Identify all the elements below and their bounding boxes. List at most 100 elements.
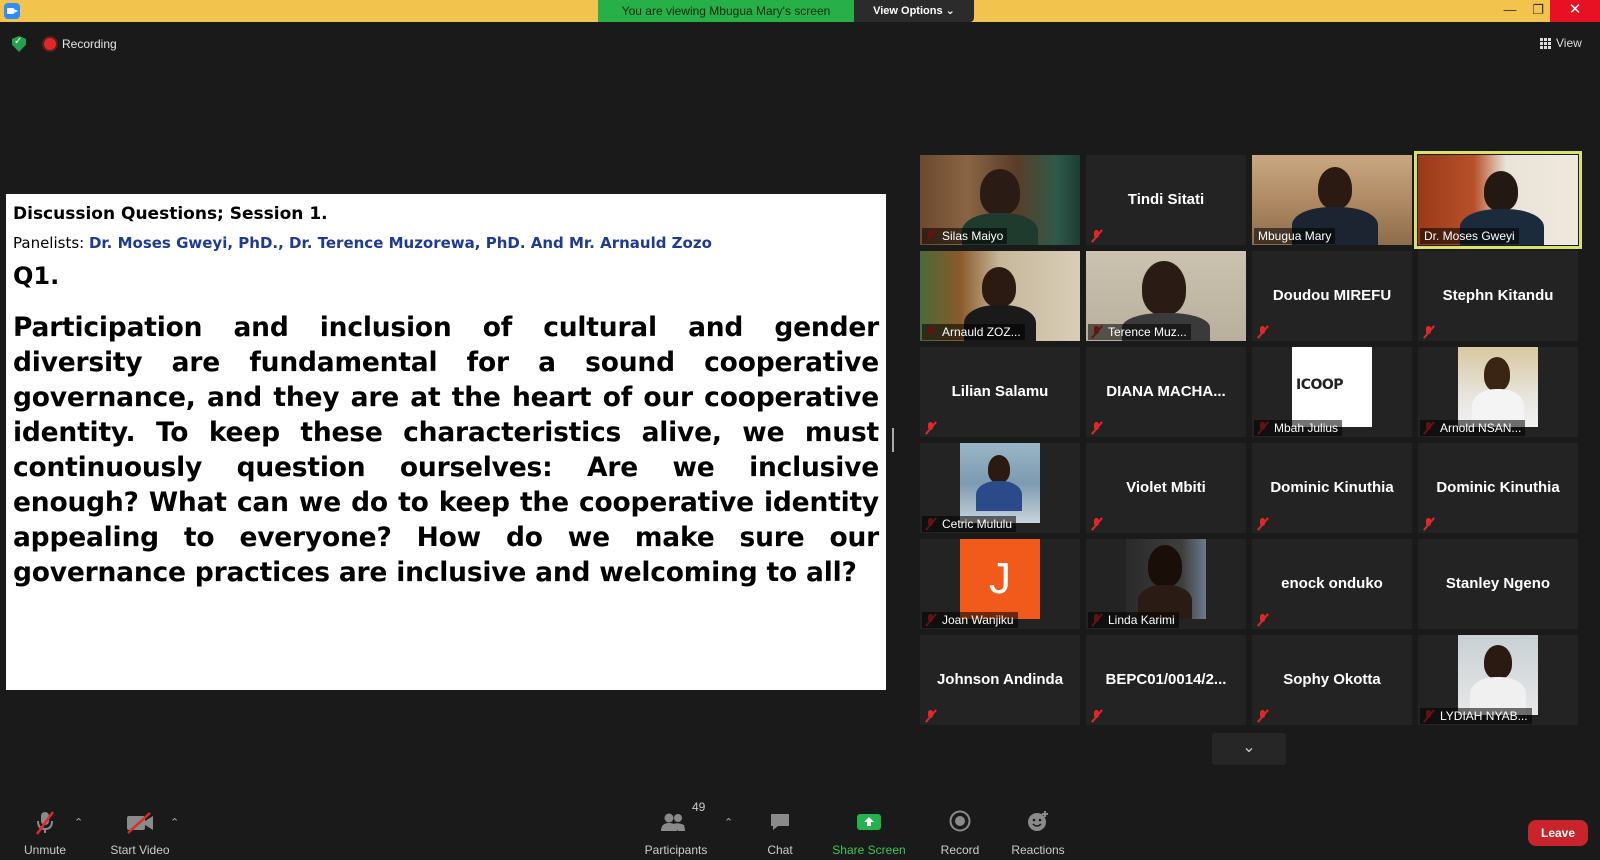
participant-face bbox=[1318, 167, 1352, 209]
encryption-shield-icon[interactable] bbox=[12, 36, 26, 52]
participant-tile-mbah-julius[interactable]: ICOOP Mbah Julius bbox=[1252, 347, 1412, 437]
participant-face bbox=[1484, 171, 1518, 211]
muted-mic-icon bbox=[1256, 517, 1269, 531]
gallery-next-page-button[interactable]: ⌄ bbox=[1212, 733, 1286, 765]
participant-face bbox=[1484, 357, 1510, 391]
muted-mic-icon bbox=[1256, 325, 1269, 339]
recording-indicator[interactable]: Recording bbox=[44, 35, 117, 53]
restore-button[interactable]: ❐ bbox=[1524, 0, 1552, 22]
split-view-handle[interactable] bbox=[892, 428, 894, 452]
chat-label: Chat bbox=[767, 843, 793, 857]
reactions-label: Reactions bbox=[1011, 843, 1065, 857]
question-number: Q1. bbox=[13, 262, 60, 290]
muted-mic-icon bbox=[1090, 229, 1103, 243]
participant-name: Doudou MIREFU bbox=[1272, 287, 1392, 304]
record-icon bbox=[949, 810, 971, 832]
participant-name: Stanley Ngeno bbox=[1445, 575, 1551, 592]
participants-count: 49 bbox=[692, 800, 706, 814]
muted-mic-icon bbox=[1090, 421, 1103, 435]
participant-tile-violet-mbiti[interactable]: Violet Mbiti bbox=[1086, 443, 1246, 533]
participant-face bbox=[1148, 545, 1182, 587]
record-label: Record bbox=[940, 843, 980, 857]
participant-face bbox=[980, 169, 1020, 215]
view-options-button[interactable]: View Options ⌄ bbox=[854, 0, 974, 22]
participant-name: Violet Mbiti bbox=[1126, 479, 1206, 496]
participant-name: Dr. Moses Gweyi bbox=[1420, 228, 1519, 244]
grid-view-icon bbox=[1540, 37, 1551, 49]
participant-tile-diana-macha[interactable]: DIANA MACHA... bbox=[1086, 347, 1246, 437]
participant-name: Joan Wanjiku bbox=[922, 612, 1018, 628]
shared-screen-content: Discussion Questions; Session 1. Panelis… bbox=[6, 194, 886, 690]
participants-icon bbox=[661, 813, 685, 831]
participant-name: Arnold NSAN... bbox=[1420, 420, 1526, 436]
audio-options-caret-icon[interactable]: ⌃ bbox=[74, 816, 83, 829]
leave-meeting-button[interactable]: Leave bbox=[1528, 820, 1588, 846]
participant-tile-dr-moses-gweyi[interactable]: Dr. Moses Gweyi bbox=[1414, 151, 1582, 249]
video-options-caret-icon[interactable]: ⌃ bbox=[170, 816, 179, 829]
participant-avatar: ICOOP bbox=[1292, 347, 1372, 427]
participant-face bbox=[982, 267, 1016, 307]
participant-tile-linda-karimi[interactable]: Linda Karimi bbox=[1086, 539, 1246, 629]
participant-tile-mbugua-mary[interactable]: Mbugua Mary bbox=[1252, 155, 1412, 245]
participant-tile-arnauld-zozo[interactable]: Arnauld ZOZ... bbox=[920, 251, 1080, 341]
panelists-label: Panelists: bbox=[13, 234, 89, 252]
unmute-label: Unmute bbox=[23, 843, 67, 857]
participant-name: Johnson Andinda bbox=[936, 671, 1064, 688]
participant-tile-johnson-andinda[interactable]: Johnson Andinda bbox=[920, 635, 1080, 725]
start-video-button[interactable]: Start Video bbox=[104, 800, 176, 860]
participant-avatar bbox=[1126, 539, 1206, 619]
participant-initial-avatar: J bbox=[960, 539, 1040, 619]
participant-name: Stephn Kitandu bbox=[1442, 287, 1554, 304]
close-window-button[interactable]: ✕ bbox=[1550, 0, 1600, 22]
participant-tile-silas-maiyo[interactable]: Silas Maiyo bbox=[920, 155, 1080, 245]
participant-tile-sophy-okotta[interactable]: Sophy Okotta bbox=[1252, 635, 1412, 725]
participant-tile-joan-wanjiku[interactable]: J Joan Wanjiku bbox=[920, 539, 1080, 629]
participant-tile-doudou-mirefu[interactable]: Doudou MIREFU bbox=[1252, 251, 1412, 341]
question-text: Participation and inclusion of cultural … bbox=[13, 312, 879, 588]
reactions-icon bbox=[1028, 811, 1048, 831]
participant-tile-cetric-mululu[interactable]: Cetric Mululu bbox=[920, 443, 1080, 533]
participant-tile-bepc01[interactable]: BEPC01/0014/2... bbox=[1086, 635, 1246, 725]
participant-name: enock onduko bbox=[1281, 575, 1383, 592]
participant-tile-lilian-salamu[interactable]: Lilian Salamu bbox=[920, 347, 1080, 437]
view-button[interactable]: View bbox=[1540, 33, 1582, 53]
participant-tile-dominic-kinuthia-1[interactable]: Dominic Kinuthia bbox=[1252, 443, 1412, 533]
participant-face bbox=[1484, 645, 1512, 679]
unmute-button[interactable]: Unmute bbox=[18, 800, 72, 860]
muted-mic-icon bbox=[1256, 613, 1269, 627]
view-options-label: View Options bbox=[873, 5, 943, 17]
chat-button[interactable]: Chat bbox=[756, 800, 804, 860]
participant-name: Lilian Salamu bbox=[951, 383, 1049, 400]
view-label: View bbox=[1556, 36, 1582, 50]
participant-tile-terence-muzorewa[interactable]: Terence Muz... bbox=[1086, 251, 1246, 341]
chevron-down-icon: ⌄ bbox=[1242, 739, 1256, 756]
participant-tile-arnold-nsan[interactable]: Arnold NSAN... bbox=[1418, 347, 1578, 437]
participant-tile-lydiah-nyab[interactable]: LYDIAH NYAB... bbox=[1418, 635, 1578, 725]
window-title-bar: You are viewing Mbugua Mary's screen Vie… bbox=[0, 0, 1600, 22]
participants-button[interactable]: 49 Participants bbox=[640, 800, 712, 860]
participant-tile-dominic-kinuthia-2[interactable]: Dominic Kinuthia bbox=[1418, 443, 1578, 533]
viewing-screen-banner: You are viewing Mbugua Mary's screen bbox=[598, 0, 854, 22]
icoop-logo: ICOOP bbox=[1296, 377, 1344, 393]
participant-tile-enock-onduko[interactable]: enock onduko bbox=[1252, 539, 1412, 629]
chevron-down-icon: ⌄ bbox=[945, 5, 955, 17]
minimize-button[interactable]: — bbox=[1496, 0, 1524, 22]
participant-name: Cetric Mululu bbox=[922, 516, 1017, 532]
reactions-button[interactable]: Reactions bbox=[1006, 800, 1070, 860]
participant-tile-stephn-kitandu[interactable]: Stephn Kitandu bbox=[1418, 251, 1578, 341]
participant-face bbox=[1142, 261, 1186, 315]
participant-face bbox=[988, 455, 1010, 483]
muted-microphone-icon bbox=[35, 811, 55, 835]
share-screen-icon bbox=[857, 814, 881, 830]
slide-title: Discussion Questions; Session 1. bbox=[13, 204, 328, 224]
record-button[interactable]: Record bbox=[932, 800, 988, 860]
muted-mic-icon bbox=[924, 421, 937, 435]
share-screen-button[interactable]: Share Screen bbox=[830, 800, 908, 860]
participant-tile-stanley-ngeno[interactable]: Stanley Ngeno bbox=[1418, 539, 1578, 629]
slide-panelists: Panelists: Dr. Moses Gweyi, PhD., Dr. Te… bbox=[13, 234, 879, 254]
participant-tile-tindi-sitati[interactable]: Tindi Sitati bbox=[1086, 155, 1246, 245]
muted-mic-icon bbox=[1090, 517, 1103, 531]
participant-name: Sophy Okotta bbox=[1283, 671, 1381, 688]
participants-options-caret-icon[interactable]: ⌃ bbox=[724, 816, 733, 829]
participant-name: BEPC01/0014/2... bbox=[1105, 671, 1227, 688]
